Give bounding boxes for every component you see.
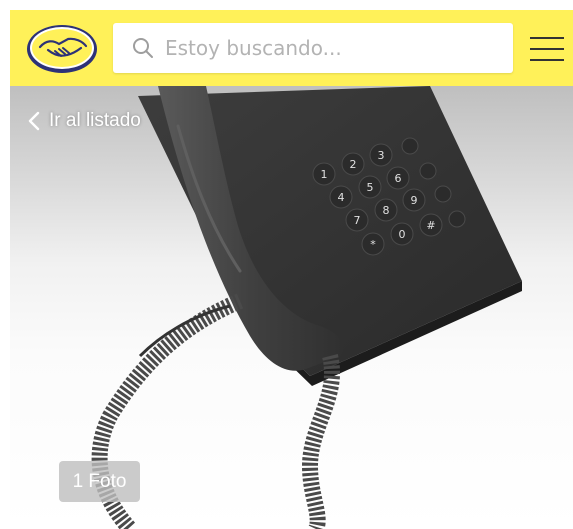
svg-text:9: 9 (411, 194, 418, 207)
mercadolibre-logo-icon[interactable] (26, 22, 98, 74)
svg-text:5: 5 (367, 181, 374, 194)
photo-count-badge: 1 Foto (59, 461, 140, 502)
hamburger-menu-icon-top (530, 37, 564, 39)
svg-text:*: * (370, 238, 376, 251)
menu-button[interactable] (530, 35, 566, 63)
svg-text:3: 3 (378, 149, 385, 162)
svg-text:#: # (426, 219, 435, 232)
svg-text:6: 6 (395, 172, 402, 185)
search-bar[interactable] (113, 23, 513, 73)
hamburger-menu-icon-middle (530, 48, 564, 50)
chevron-left-icon (28, 111, 40, 131)
svg-text:4: 4 (338, 191, 345, 204)
svg-text:7: 7 (354, 214, 361, 227)
product-gallery[interactable]: 1 2 3 4 5 6 7 8 9 * 0 # Ir al listado 1 Foto (10, 86, 573, 529)
search-icon[interactable] (131, 36, 155, 60)
hamburger-menu-icon-bottom (530, 59, 564, 61)
svg-text:0: 0 (399, 228, 406, 241)
back-to-listing-label: Ir al listado (49, 110, 141, 131)
top-header (10, 10, 573, 86)
svg-text:1: 1 (321, 168, 328, 181)
back-to-listing-link[interactable]: Ir al listado (28, 108, 141, 134)
svg-text:8: 8 (383, 204, 390, 217)
svg-text:2: 2 (350, 158, 357, 171)
search-input[interactable] (165, 23, 495, 73)
